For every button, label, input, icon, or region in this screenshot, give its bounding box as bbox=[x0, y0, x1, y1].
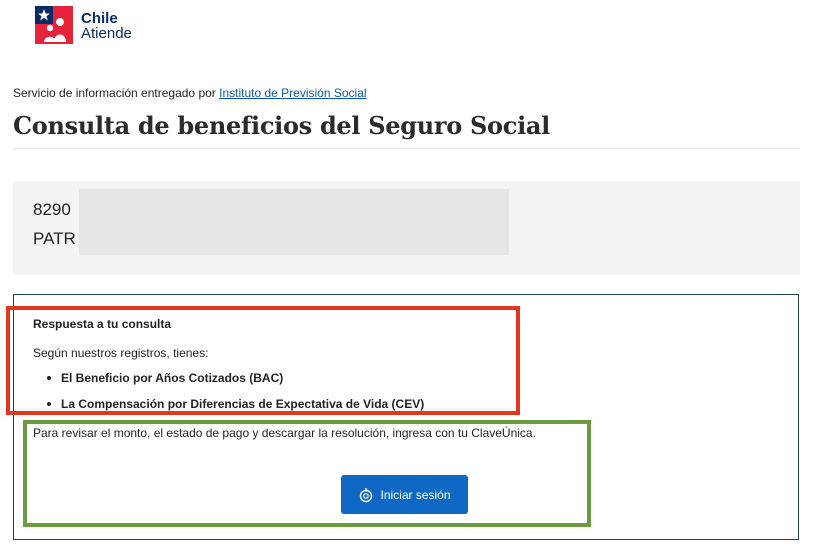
highlight-box-green bbox=[23, 420, 591, 527]
service-info: Servicio de información entregado por In… bbox=[13, 86, 367, 100]
chile-atiende-logo-icon bbox=[35, 6, 73, 44]
user-info-box: 8290 PATR bbox=[13, 181, 800, 275]
user-name: PATR bbox=[33, 229, 76, 248]
ips-link[interactable]: Instituto de Previsión Social bbox=[219, 86, 366, 100]
service-info-prefix: Servicio de información entregado por bbox=[13, 86, 216, 100]
highlight-box-red bbox=[6, 306, 520, 415]
logo-word-chile: Chile bbox=[81, 10, 118, 27]
chile-atiende-logo[interactable]: Chile Atiende bbox=[35, 6, 132, 44]
redacted-overlay bbox=[79, 189, 509, 255]
logo-wordmark: Chile Atiende bbox=[81, 6, 132, 41]
user-rut: 8290 bbox=[33, 200, 71, 219]
title-divider bbox=[13, 148, 800, 149]
logo-word-atiende: Atiende bbox=[81, 25, 132, 42]
page-title: Consulta de beneficios del Seguro Social bbox=[13, 111, 550, 140]
